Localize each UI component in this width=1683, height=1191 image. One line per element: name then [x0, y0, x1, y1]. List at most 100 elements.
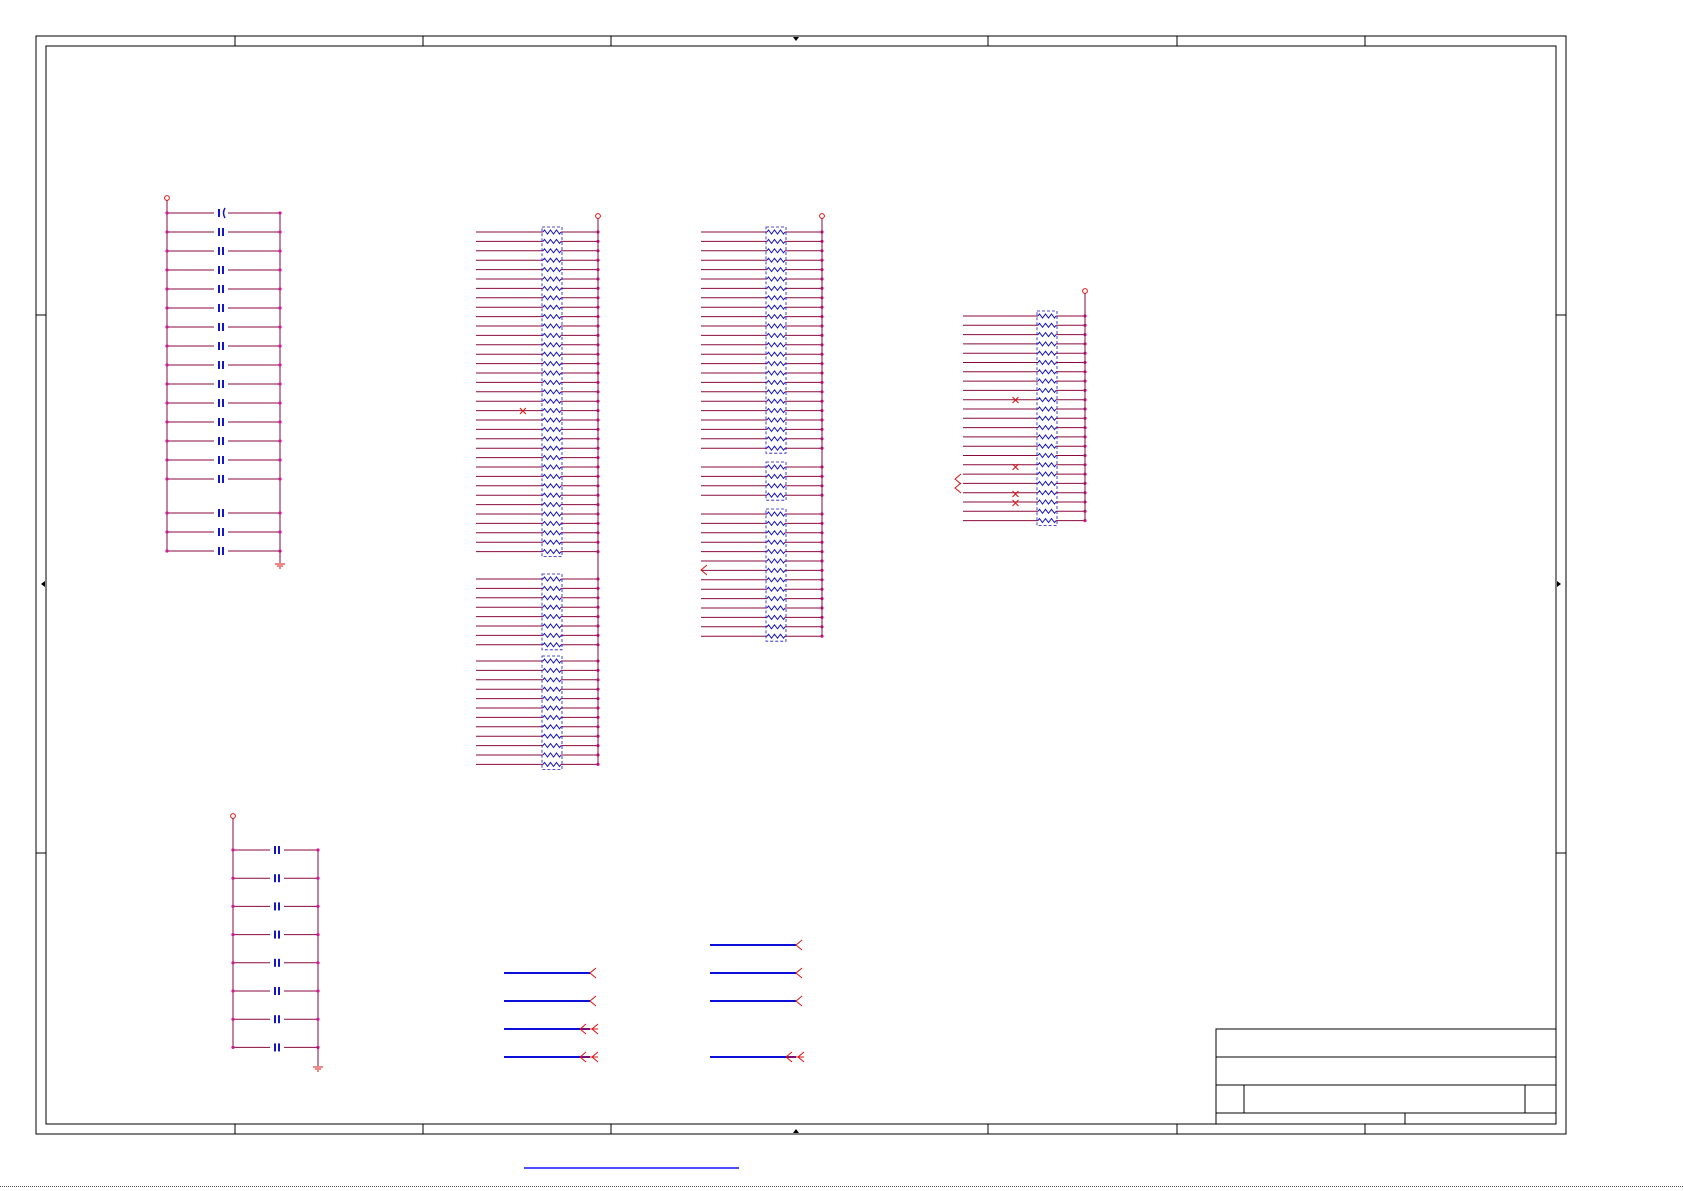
junction-dot [316, 1017, 320, 1021]
resistor-icon [542, 714, 562, 721]
junction-dot [165, 249, 169, 253]
resistor-pack [541, 573, 563, 651]
resistor-icon [542, 257, 562, 264]
junction-dot [231, 1045, 235, 1049]
resistor-icon [1037, 368, 1057, 375]
junction-dot [278, 439, 282, 443]
junction-dot [278, 211, 282, 215]
center-marker [793, 1129, 799, 1133]
resistor-icon [542, 761, 562, 768]
resistor-icon [542, 529, 562, 536]
resistor-icon [766, 473, 786, 480]
junction-dot [278, 344, 282, 348]
offpage-connector-icon [589, 967, 597, 979]
resistor-icon [542, 641, 562, 648]
pullup-array-1 [476, 213, 601, 770]
resistor-icon [766, 266, 786, 273]
resistor-icon [542, 585, 562, 592]
junction-dot [316, 961, 320, 965]
offpage-connector-icon [589, 995, 597, 1007]
resistor-icon [766, 567, 786, 574]
resistor-icon [542, 360, 562, 367]
resistor-icon [766, 294, 786, 301]
junction-dot [278, 530, 282, 534]
junction-dot [316, 848, 320, 852]
resistor-icon [1037, 396, 1057, 403]
resistor-icon [1037, 359, 1057, 366]
resistor-icon [542, 285, 562, 292]
resistor-icon [542, 304, 562, 311]
junction-dot [316, 876, 320, 880]
resistor-icon [766, 341, 786, 348]
resistor-pack [541, 655, 563, 770]
pullup-array-2 [700, 213, 825, 642]
resistor-icon [766, 276, 786, 282]
junction-dot [165, 477, 169, 481]
junction-dot [165, 549, 169, 553]
junction-dot [278, 382, 282, 386]
junction-dot [165, 230, 169, 234]
resistor-icon [542, 370, 562, 376]
junction-dot [278, 363, 282, 367]
resistor-icon [766, 417, 786, 423]
schematic-sheet [35, 35, 1567, 1169]
resistor-icon [1037, 461, 1057, 468]
resistor-icon [542, 332, 562, 339]
resistor-icon [542, 464, 562, 470]
resistor-icon [542, 594, 562, 601]
resistor-icon [766, 435, 786, 442]
resistor-icon [542, 294, 562, 301]
junction-dot [165, 382, 169, 386]
center-marker [41, 581, 45, 587]
title-block [1215, 1028, 1557, 1125]
resistor-icon [542, 548, 562, 555]
resistor-icon [542, 658, 562, 664]
offpage-connector-icon [795, 995, 803, 1007]
resistor-icon [766, 482, 786, 489]
resistor-icon [542, 379, 562, 386]
resistor-icon [542, 511, 562, 517]
resistor-icon [542, 752, 562, 758]
resistor-icon [542, 417, 562, 423]
decoupling-caps-bottom [230, 813, 323, 1072]
no-connect-icon [1012, 499, 1019, 507]
resistor-icon [1037, 415, 1057, 422]
resistor-icon [542, 686, 562, 693]
resistor-icon [766, 492, 786, 499]
power-flag-icon [164, 195, 170, 201]
resistor-icon [542, 238, 562, 245]
resistor-icon [766, 464, 786, 470]
offpage-connector-icon [795, 939, 803, 951]
resistor-icon [766, 388, 786, 395]
center-marker [793, 37, 799, 41]
junction-dot [278, 420, 282, 424]
resistor-icon [766, 247, 786, 254]
junction-dot [165, 287, 169, 291]
resistor-icon [1037, 387, 1057, 394]
resistor-icon [1037, 471, 1057, 477]
resistor-icon [542, 247, 562, 254]
resistor-icon [766, 445, 786, 452]
resistor-icon [766, 285, 786, 292]
power-flag-icon [1082, 288, 1088, 294]
ground-icon [313, 1066, 323, 1072]
resistor-icon [542, 632, 562, 639]
resistor-icon [542, 426, 562, 433]
junction-dot [316, 933, 320, 937]
resistor-icon [542, 473, 562, 480]
resistor-icon [766, 623, 786, 630]
resistor-icon [542, 313, 562, 320]
junction-dot [165, 306, 169, 310]
resistor-icon [766, 407, 786, 414]
resistor-icon [766, 379, 786, 386]
resistor-icon [542, 445, 562, 452]
junction-dot [278, 458, 282, 462]
junction-dot [165, 439, 169, 443]
resistor-icon [1037, 480, 1057, 487]
resistor-icon [542, 341, 562, 348]
junction-dot [165, 420, 169, 424]
junction-dot [278, 401, 282, 405]
resistor-icon [766, 633, 786, 640]
junction-dot [165, 344, 169, 348]
power-flag-icon [595, 213, 601, 219]
